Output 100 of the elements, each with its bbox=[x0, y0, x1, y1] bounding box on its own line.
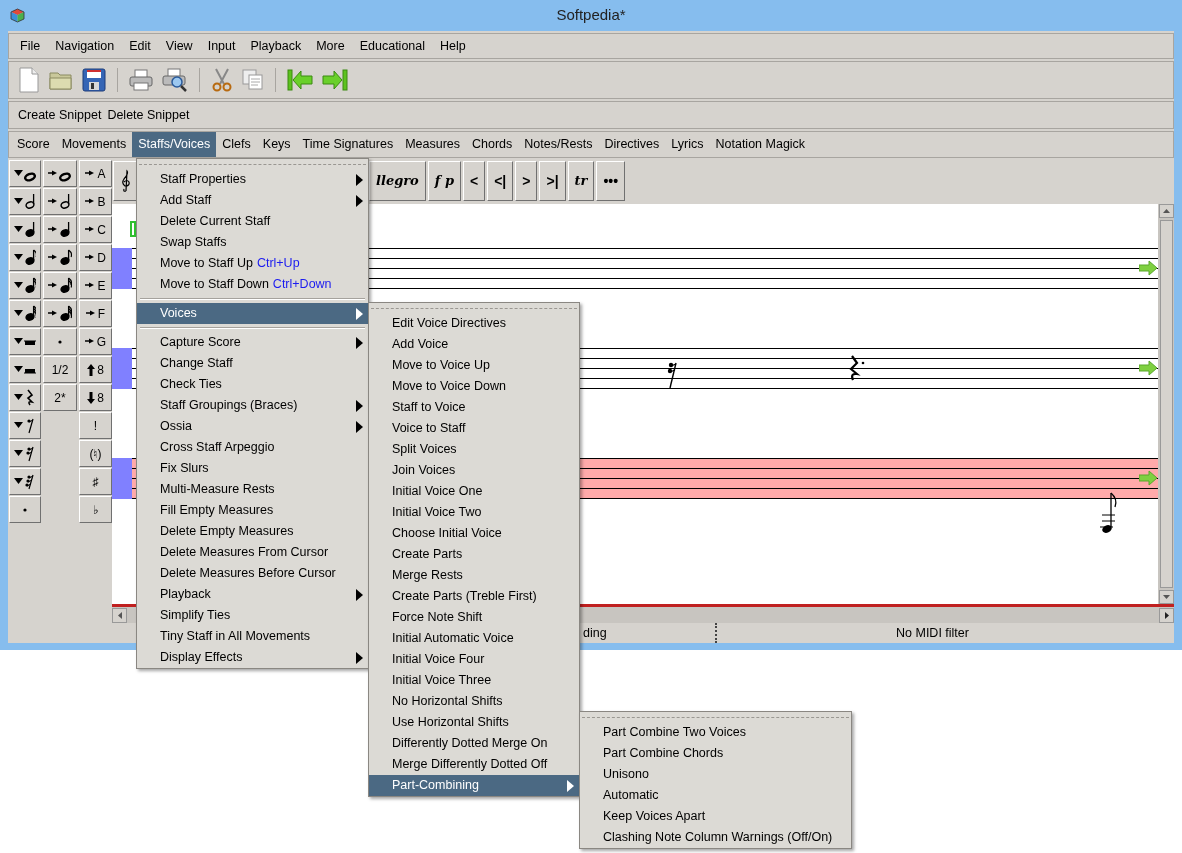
menu-item[interactable]: Initial Voice Two bbox=[369, 502, 579, 523]
menu-bar-item[interactable]: More bbox=[315, 36, 346, 56]
menu-item[interactable]: Move to Staff Down Ctrl+Down bbox=[137, 274, 368, 295]
menu-item[interactable]: Display Effects bbox=[137, 647, 368, 668]
menu-item[interactable]: Move to Voice Up bbox=[369, 355, 579, 376]
menu-item[interactable]: Force Note Shift bbox=[369, 607, 579, 628]
menu-item[interactable]: No Horizontal Shifts bbox=[369, 691, 579, 712]
palette-button[interactable]: C bbox=[79, 216, 112, 243]
tab[interactable]: Score bbox=[11, 132, 56, 157]
score-toolbar-button[interactable]: >| bbox=[539, 161, 566, 201]
menu-item[interactable]: Ossia bbox=[137, 416, 368, 437]
palette-button[interactable] bbox=[9, 412, 41, 439]
menu-item[interactable]: Staff Groupings (Braces) bbox=[137, 395, 368, 416]
menu-item[interactable]: Use Horizontal Shifts bbox=[369, 712, 579, 733]
menu-item[interactable]: Create Parts bbox=[369, 544, 579, 565]
palette-button[interactable]: A bbox=[79, 160, 112, 187]
menu-item[interactable]: Delete Measures Before Cursor bbox=[137, 563, 368, 584]
menu-item[interactable]: Add Staff bbox=[137, 190, 368, 211]
scroll-right-icon[interactable] bbox=[1164, 611, 1169, 619]
menu-bar-item[interactable]: Playback bbox=[249, 36, 303, 56]
tab[interactable]: Time Signatures bbox=[296, 132, 400, 157]
menu-item[interactable]: Part-Combining bbox=[369, 775, 579, 796]
palette-button[interactable] bbox=[43, 160, 77, 187]
palette-button[interactable] bbox=[9, 384, 41, 411]
tab[interactable]: Lyrics bbox=[665, 132, 710, 157]
menu-item[interactable]: Clashing Note Column Warnings (Off/On) bbox=[580, 827, 851, 848]
palette-button[interactable]: ♯ bbox=[79, 468, 112, 495]
palette-button[interactable] bbox=[9, 160, 41, 187]
scroll-down-icon[interactable] bbox=[1162, 595, 1170, 599]
menu-item[interactable]: Fill Empty Measures bbox=[137, 500, 368, 521]
menu-item[interactable]: Part Combine Two Voices bbox=[580, 722, 851, 743]
palette-button[interactable]: 8 bbox=[79, 384, 112, 411]
palette-button[interactable]: ! bbox=[79, 412, 112, 439]
menu-bar-item[interactable]: File bbox=[19, 36, 42, 56]
score-toolbar-button[interactable]: f p bbox=[427, 161, 461, 201]
menu-item[interactable]: Delete Measures From Cursor bbox=[137, 542, 368, 563]
clef-button[interactable] bbox=[113, 161, 138, 201]
score-toolbar-button[interactable]: ••• bbox=[596, 161, 626, 201]
menu-bar-item[interactable]: View bbox=[164, 36, 194, 56]
tab[interactable]: Notation Magick bbox=[709, 132, 812, 157]
palette-button[interactable] bbox=[9, 188, 41, 215]
menu-bar-item[interactable]: Input bbox=[206, 36, 237, 56]
snippet-button[interactable]: Delete Snippet bbox=[104, 105, 193, 125]
menu-item[interactable]: Staff to Voice bbox=[369, 397, 579, 418]
palette-button[interactable]: ♭ bbox=[79, 496, 112, 523]
scroll-up-icon[interactable] bbox=[1162, 209, 1170, 213]
menu-item[interactable]: Initial Voice Four bbox=[369, 649, 579, 670]
menu-item[interactable]: Swap Staffs bbox=[137, 232, 368, 253]
palette-button[interactable] bbox=[9, 300, 41, 327]
menu-bar-item[interactable]: Educational bbox=[358, 36, 426, 56]
palette-button[interactable]: (♮) bbox=[79, 440, 112, 467]
menu-item[interactable]: Keep Voices Apart bbox=[580, 806, 851, 827]
scroll-left-icon[interactable] bbox=[117, 611, 122, 619]
menu-item[interactable]: Differently Dotted Merge On bbox=[369, 733, 579, 754]
menu-item[interactable]: Edit Voice Directives bbox=[369, 313, 579, 334]
printer-icon[interactable] bbox=[129, 69, 153, 91]
palette-button[interactable]: D bbox=[79, 244, 112, 271]
tab[interactable]: Staffs/Voices bbox=[132, 132, 217, 157]
snippet-button[interactable]: Create Snippet bbox=[15, 105, 105, 125]
palette-button[interactable] bbox=[43, 272, 77, 299]
palette-button[interactable] bbox=[9, 272, 41, 299]
palette-button[interactable] bbox=[9, 328, 41, 355]
menu-item[interactable]: Delete Current Staff bbox=[137, 211, 368, 232]
menu-item[interactable]: Initial Voice Three bbox=[369, 670, 579, 691]
tab[interactable]: Measures bbox=[399, 132, 467, 157]
palette-button[interactable]: 1/2 bbox=[43, 356, 77, 383]
palette-button[interactable] bbox=[43, 300, 77, 327]
palette-button[interactable] bbox=[43, 244, 77, 271]
menu-item[interactable]: Simplify Ties bbox=[137, 605, 368, 626]
menu-item[interactable]: Create Parts (Treble First) bbox=[369, 586, 579, 607]
menu-item[interactable]: Automatic bbox=[580, 785, 851, 806]
menu-bar-item[interactable]: Help bbox=[439, 36, 467, 56]
menu-item[interactable]: Capture Score bbox=[137, 332, 368, 353]
score-toolbar-button[interactable]: < bbox=[463, 161, 486, 201]
scissors-icon[interactable] bbox=[211, 68, 233, 92]
menu-item[interactable]: Add Voice bbox=[369, 334, 579, 355]
palette-button[interactable]: 2* bbox=[43, 384, 77, 411]
menu-item[interactable]: Voice to Staff bbox=[369, 418, 579, 439]
tab[interactable]: Movements bbox=[55, 132, 133, 157]
palette-button[interactable]: B bbox=[79, 188, 112, 215]
menu-item[interactable]: Initial Automatic Voice bbox=[369, 628, 579, 649]
menu-item[interactable]: Tiny Staff in All Movements bbox=[137, 626, 368, 647]
menu-item[interactable]: Delete Empty Measures bbox=[137, 521, 368, 542]
menu-bar-item[interactable]: Edit bbox=[128, 36, 152, 56]
palette-button[interactable] bbox=[9, 468, 41, 495]
palette-button[interactable] bbox=[9, 440, 41, 467]
score-toolbar-button[interactable]: llegro bbox=[369, 161, 426, 201]
print-preview-icon[interactable] bbox=[162, 68, 188, 92]
vertical-scrollbar[interactable] bbox=[1158, 204, 1174, 604]
menu-bar-item[interactable]: Navigation bbox=[54, 36, 116, 56]
menu-item[interactable]: Choose Initial Voice bbox=[369, 523, 579, 544]
menu-item[interactable]: Unisono bbox=[580, 764, 851, 785]
score-toolbar-button[interactable]: <| bbox=[487, 161, 514, 201]
palette-button[interactable] bbox=[9, 244, 41, 271]
palette-button[interactable]: F bbox=[79, 300, 112, 327]
menu-item[interactable]: Staff Properties bbox=[137, 169, 368, 190]
menu-item[interactable]: Move to Voice Down bbox=[369, 376, 579, 397]
menu-item[interactable]: Cross Staff Arpeggio bbox=[137, 437, 368, 458]
menu-item[interactable]: Playback bbox=[137, 584, 368, 605]
tab[interactable]: Notes/Rests bbox=[518, 132, 599, 157]
